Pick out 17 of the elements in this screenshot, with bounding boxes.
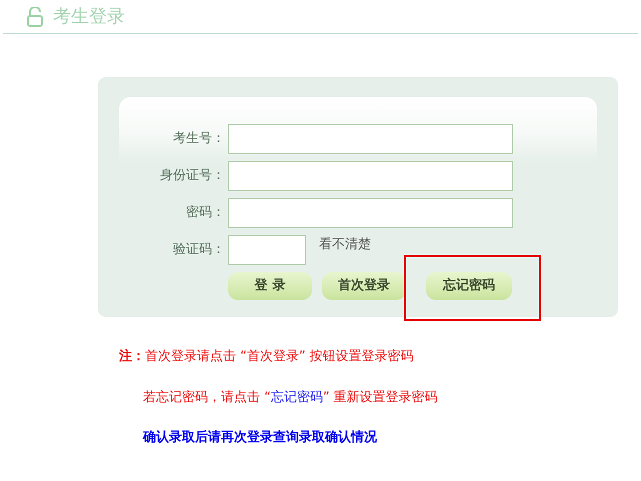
note-text: 若忘记密码，请点击 “忘记密码” 重新设置登录密码: [143, 388, 439, 406]
field-label: 身份证号：: [160, 166, 225, 185]
note-text: 注：首次登录请点击 “首次登录” 按钮设置登录密码: [119, 348, 415, 366]
field-label: 密码：: [186, 204, 225, 222]
note-text: 确认录取后请再次登录查询录取确认情况: [143, 428, 378, 447]
page-title: 考生登录: [53, 5, 125, 29]
form-button[interactable]: 忘记密码: [426, 272, 512, 300]
text-field[interactable]: [228, 160, 513, 190]
field-label: 考生号：: [173, 130, 225, 148]
form-button[interactable]: 首次登录: [322, 272, 406, 300]
text-field[interactable]: [228, 124, 513, 154]
field-label: 验证码：: [173, 240, 225, 259]
form-button[interactable]: 登 录: [228, 272, 312, 300]
password-field[interactable]: [228, 198, 513, 228]
unlocked-padlock-icon: [27, 6, 43, 26]
refresh-captcha-link[interactable]: 看不清楚: [319, 235, 371, 254]
captcha-field[interactable]: [228, 234, 306, 264]
